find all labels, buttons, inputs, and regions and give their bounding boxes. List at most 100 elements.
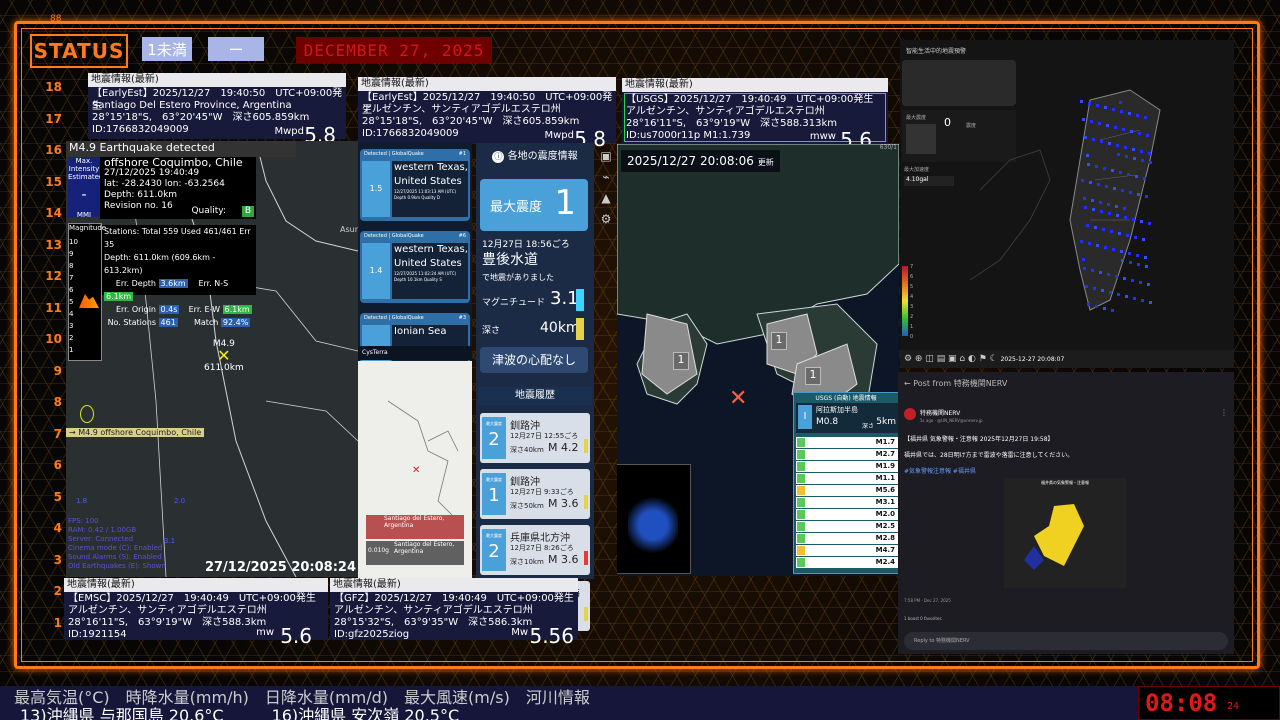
tw-station-dot bbox=[1088, 102, 1091, 105]
clock-time: 08:08 bbox=[1145, 689, 1218, 717]
tw-station-dot bbox=[1131, 279, 1134, 282]
gq-item[interactable]: Detected | GlobalQuake #6 1.4 western Texas… bbox=[360, 231, 470, 303]
info-panel: FPS: 100 RAM: 0.42 / 1.00GB Server: Conn… bbox=[68, 517, 166, 571]
globalquake-map[interactable]: M4.9 Earthquake detected Max. Intensity … bbox=[66, 141, 358, 577]
usgs-row-mag: M2.0 bbox=[875, 510, 895, 518]
history-intensity: 1 最大震度 bbox=[482, 473, 506, 515]
usgs-list-row[interactable]: M2.7 bbox=[796, 449, 898, 460]
intensity-mark-1: 1 bbox=[673, 352, 689, 370]
tw-station-dot bbox=[1102, 228, 1105, 231]
jp-magnitude: 3.1 bbox=[550, 288, 579, 309]
usgs-latest: I 阿拉斯加半島 M0.8 深さ 5km bbox=[796, 403, 898, 433]
card-magnitude: 5.6 bbox=[280, 623, 312, 648]
back-arrow-icon[interactable]: ← bbox=[904, 379, 911, 388]
usgs-row-badge bbox=[797, 522, 805, 531]
gq-item[interactable]: Detected | GlobalQuake #1 1.5 western Texas… bbox=[360, 149, 470, 221]
fukui-warning-map[interactable]: 福井県の気象警報・注意報 bbox=[1004, 478, 1126, 588]
nerv-account[interactable]: 特務機関NERV bbox=[920, 408, 960, 417]
match-label: Match bbox=[193, 318, 219, 327]
usgs-list-row[interactable]: M2.0 bbox=[796, 509, 898, 520]
tw-station-dot bbox=[1095, 165, 1098, 168]
usgs-list-row[interactable]: M1.9 bbox=[796, 461, 898, 472]
history-item[interactable]: 2 最大震度 兵庫県北方沖 12月27日 8:26ごろ 深さ10km M 3.6 bbox=[480, 525, 590, 575]
card-magnitude: 5.56 bbox=[529, 623, 574, 648]
card-location: アルゼンチン、サンティアゴデルエステロ州 bbox=[626, 106, 825, 117]
tw-station-dot bbox=[1123, 207, 1126, 210]
usgs-list-row[interactable]: M3.1 bbox=[796, 497, 898, 508]
tw-station-dot bbox=[1129, 191, 1132, 194]
tw-station-dot bbox=[1116, 214, 1119, 217]
no-stations: 461 bbox=[158, 318, 178, 327]
quake-list-tag[interactable]: → M4.9 offshore Coquimbo, Chile bbox=[66, 428, 205, 437]
usgs-list-row[interactable]: M2.8 bbox=[796, 533, 898, 544]
usgs-row-mag: M1.7 bbox=[875, 438, 895, 446]
mini-world-map[interactable]: ✕ Santiago del Estero, Argentina Santiag… bbox=[358, 361, 472, 579]
tw-station-dot bbox=[1104, 246, 1107, 249]
taiwan-eew-panel: 智能生活中的地震預警 最大震度 0 震度 最大加速度 4.10gal 76543… bbox=[900, 40, 1234, 368]
history-place: 釧路沖 bbox=[510, 421, 540, 432]
gq-item-body: western Texas, United States 12/27/2025 1… bbox=[392, 161, 468, 217]
scale-mark: 17 bbox=[45, 111, 62, 126]
mag-label: マグニチュード bbox=[482, 298, 546, 308]
stations-line: Stations: Total 559 Used 461/461 Err 35 bbox=[104, 227, 251, 249]
intensity-mark-2: 1 bbox=[771, 332, 787, 350]
wave-icon[interactable]: ⌁ bbox=[597, 167, 615, 188]
tw-station-dot bbox=[1108, 142, 1111, 145]
avatar[interactable] bbox=[904, 408, 916, 420]
layers-icon[interactable]: ▣ bbox=[597, 146, 615, 167]
ticker-row2: 13)沖縄県 与那国島 20.6°C 16)沖縄県 安次嶺 20.5°C bbox=[20, 706, 460, 720]
max-intensity-box: 最大震度 1 bbox=[480, 179, 588, 231]
tw-station-dot bbox=[1140, 220, 1143, 223]
err-origin-label: Err. Origin bbox=[115, 305, 156, 314]
tw-station-dot bbox=[1130, 130, 1133, 133]
japan-map[interactable]: 2025/12/27 20:08:06 更新 630/1 1 1 1 ✕ USG… bbox=[617, 144, 899, 576]
x-marker-icon: ✕ bbox=[217, 346, 231, 365]
gear-icon[interactable]: ⚙ bbox=[597, 209, 615, 230]
tw-station-dot bbox=[1094, 226, 1097, 229]
usgs-row-mag: M3.1 bbox=[875, 498, 895, 506]
scale-mark: 6 bbox=[53, 458, 62, 472]
tw-station-dot bbox=[1119, 171, 1122, 174]
tw-station-dot bbox=[1123, 277, 1126, 280]
usgs-list-row[interactable]: M1.1 bbox=[796, 473, 898, 484]
usgs-list-row[interactable]: M2.5 bbox=[796, 521, 898, 532]
usgs-row-mag: M1.9 bbox=[875, 462, 895, 470]
tw-toolbar[interactable]: ⚙ ⊕ ◫ ▤ ▣ ⌂ ◐ ⚑ ☾ 2025-12-27 20:08:07 bbox=[900, 350, 1234, 368]
nerv-stats: 1 boost 0 favorites bbox=[904, 616, 942, 621]
tw-station-dot bbox=[1115, 205, 1118, 208]
nerv-tags[interactable]: #気象警報注意報 #福井県 bbox=[904, 466, 976, 475]
card-coord: 28°15'18"S, 63°20'45"W 深さ605.859km bbox=[92, 112, 310, 123]
history-item[interactable]: 1 最大震度 釧路沖 12月27日 9:33ごろ 深さ50km M 3.6 bbox=[480, 469, 590, 519]
warning-icon[interactable]: ▲ bbox=[597, 188, 615, 209]
gq-item-mag: 1.5 bbox=[362, 161, 390, 217]
marker-depth: 611.0km bbox=[204, 363, 244, 373]
usgs-list-row[interactable]: M5.6 bbox=[796, 485, 898, 496]
tw-station-dot bbox=[1091, 269, 1094, 272]
date-display: DECEMBER 27, 2025 bbox=[296, 37, 492, 63]
more-icon[interactable]: ⋮ bbox=[1220, 408, 1228, 417]
tw-station-dot bbox=[1137, 193, 1140, 196]
depth-label: 深さ bbox=[482, 326, 501, 336]
history-int-label: 最大震度 bbox=[486, 533, 502, 538]
dash-chip: ー bbox=[208, 37, 264, 61]
tw-station-dot bbox=[1134, 236, 1137, 239]
usgs-list-row[interactable]: M1.7 bbox=[796, 437, 898, 448]
card-mag-type: mw bbox=[256, 626, 274, 638]
tw-station-dot bbox=[1112, 108, 1115, 111]
jp-panel-title: ⓘ 各地の震度情報 bbox=[476, 147, 594, 163]
history-item[interactable]: 2 最大震度 釧路沖 12月27日 12:55ごろ 深さ40km M 4.2 bbox=[480, 413, 590, 463]
reply-input[interactable]: Reply to 特務機関NERV bbox=[904, 632, 1228, 650]
clock-seconds: 24 bbox=[1227, 701, 1240, 712]
quake-marker[interactable]: M4.9 ✕ 611.0km bbox=[204, 339, 244, 373]
jp-depth: 40km bbox=[540, 320, 580, 336]
tw-scale-mark: 2 bbox=[910, 314, 914, 320]
usgs-list-row[interactable]: M4.7 bbox=[796, 545, 898, 556]
tw-scale-mark: 0 bbox=[910, 334, 914, 340]
fukui-shape bbox=[1024, 504, 1084, 570]
err-origin: 0.4s bbox=[158, 305, 180, 314]
gq-item-header: Detected | GlobalQuake bbox=[364, 151, 424, 157]
usgs-list-row[interactable]: M2.4 bbox=[796, 557, 898, 568]
usgs-row-mag: M2.7 bbox=[875, 450, 895, 458]
usgs-list-panel: USGS (自動) 地震情報 I 阿拉斯加半島 M0.8 深さ 5km M1.7… bbox=[793, 392, 899, 574]
depth-range: Depth: 611.0km (609.6km - 613.2km) bbox=[104, 253, 216, 275]
